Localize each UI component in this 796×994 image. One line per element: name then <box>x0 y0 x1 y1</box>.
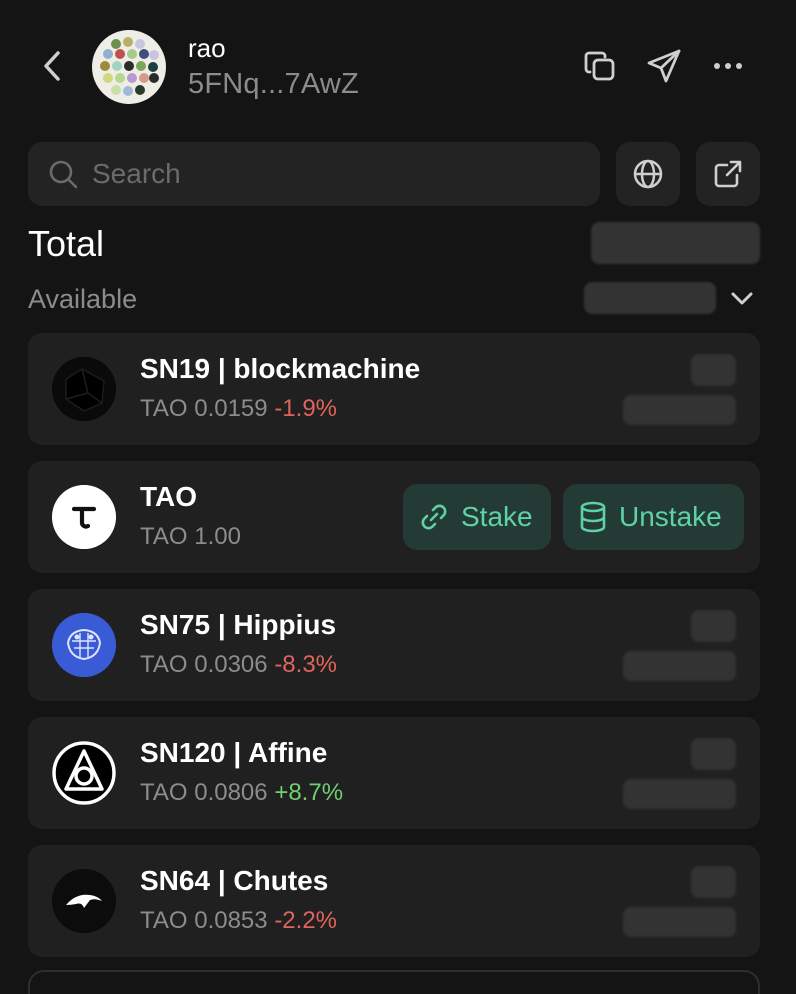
token-amount-line: TAO 0.0853 -2.2% <box>140 907 337 935</box>
search-input[interactable] <box>92 158 552 190</box>
identicon-icon <box>100 37 159 96</box>
header: rao 5FNq...7AwZ <box>0 0 796 130</box>
unstake-button[interactable]: Unstake <box>563 484 744 550</box>
network-button[interactable] <box>616 142 680 206</box>
external-link-icon <box>714 160 742 188</box>
globe-icon <box>633 159 663 189</box>
token-change: -1.9% <box>274 395 338 422</box>
copy-icon <box>584 51 615 81</box>
back-button[interactable] <box>36 46 68 86</box>
logo-badge <box>52 357 116 421</box>
logo-badge <box>52 485 116 549</box>
token-card-sn64[interactable]: SN64 | Chutes TAO 0.0853 -2.2% <box>28 845 760 957</box>
token-change: -8.3% <box>274 651 338 678</box>
unstake-label: Unstake <box>619 501 722 532</box>
token-amount-line: TAO 0.0806 +8.7% <box>140 779 343 807</box>
account-address[interactable]: 5FNq...7AwZ <box>188 68 359 101</box>
token-amount: TAO 0.0853 <box>140 907 268 934</box>
token-card-sn120[interactable]: SN120 | Affine TAO 0.0806 +8.7% <box>28 717 760 829</box>
token-change: -2.2% <box>274 907 338 934</box>
search-icon <box>49 160 78 189</box>
logo-badge <box>52 869 116 933</box>
logo-badge <box>52 613 116 677</box>
token-amount-line: TAO 0.0306 -8.3% <box>140 651 337 679</box>
value-hidden <box>623 651 736 681</box>
token-change: +8.7% <box>274 779 344 806</box>
value-hidden <box>623 907 736 937</box>
search-bar[interactable] <box>28 142 600 206</box>
available-value-hidden <box>584 282 716 314</box>
token-card-sn19[interactable]: SN19 | blockmachine TAO 0.0159 -1.9% <box>28 333 760 445</box>
database-icon <box>580 501 606 533</box>
tao-icon <box>52 485 116 549</box>
expand-toggle[interactable] <box>728 284 756 312</box>
logo-badge <box>52 741 116 805</box>
value-hidden <box>691 738 736 770</box>
total-label: Total <box>28 223 105 264</box>
hippius-icon <box>52 613 116 677</box>
avatar[interactable] <box>92 30 166 104</box>
send-icon <box>647 49 681 83</box>
token-name: SN64 | Chutes <box>140 865 329 896</box>
token-card-tao[interactable]: TAO TAO 1.00 Stake Unstake <box>28 461 760 573</box>
list-item-partial[interactable] <box>28 970 760 994</box>
affine-icon <box>52 741 116 805</box>
value-hidden <box>691 354 736 386</box>
stake-button[interactable]: Stake <box>403 484 551 550</box>
value-hidden <box>691 866 736 898</box>
value-hidden <box>623 395 736 425</box>
account-name: rao <box>188 33 226 63</box>
value-hidden <box>691 610 736 642</box>
token-amount: TAO 1.00 <box>140 523 241 550</box>
token-card-sn75[interactable]: SN75 | Hippius TAO 0.0306 -8.3% <box>28 589 760 701</box>
available-label: Available <box>28 284 138 314</box>
more-button[interactable] <box>706 44 750 88</box>
total-value-hidden <box>591 222 760 264</box>
token-name: SN120 | Affine <box>140 737 328 768</box>
token-amount: TAO 0.0306 <box>140 651 268 678</box>
token-amount: TAO 0.0806 <box>140 779 268 806</box>
back-icon <box>44 51 60 81</box>
stake-label: Stake <box>461 501 533 532</box>
copy-button[interactable] <box>578 44 622 88</box>
link-icon <box>421 504 447 530</box>
chutes-icon <box>52 869 116 933</box>
value-hidden <box>623 779 736 809</box>
token-name: SN75 | Hippius <box>140 609 337 640</box>
more-icon <box>714 63 742 69</box>
open-external-button[interactable] <box>696 142 760 206</box>
token-name: TAO <box>140 481 198 512</box>
token-amount: TAO 0.0159 <box>140 395 268 422</box>
token-amount-line: TAO 0.0159 -1.9% <box>140 395 337 423</box>
chevron-down-icon <box>731 292 753 305</box>
token-name: SN19 | blockmachine <box>140 353 421 384</box>
blockmachine-icon <box>52 357 116 421</box>
send-button[interactable] <box>642 44 686 88</box>
